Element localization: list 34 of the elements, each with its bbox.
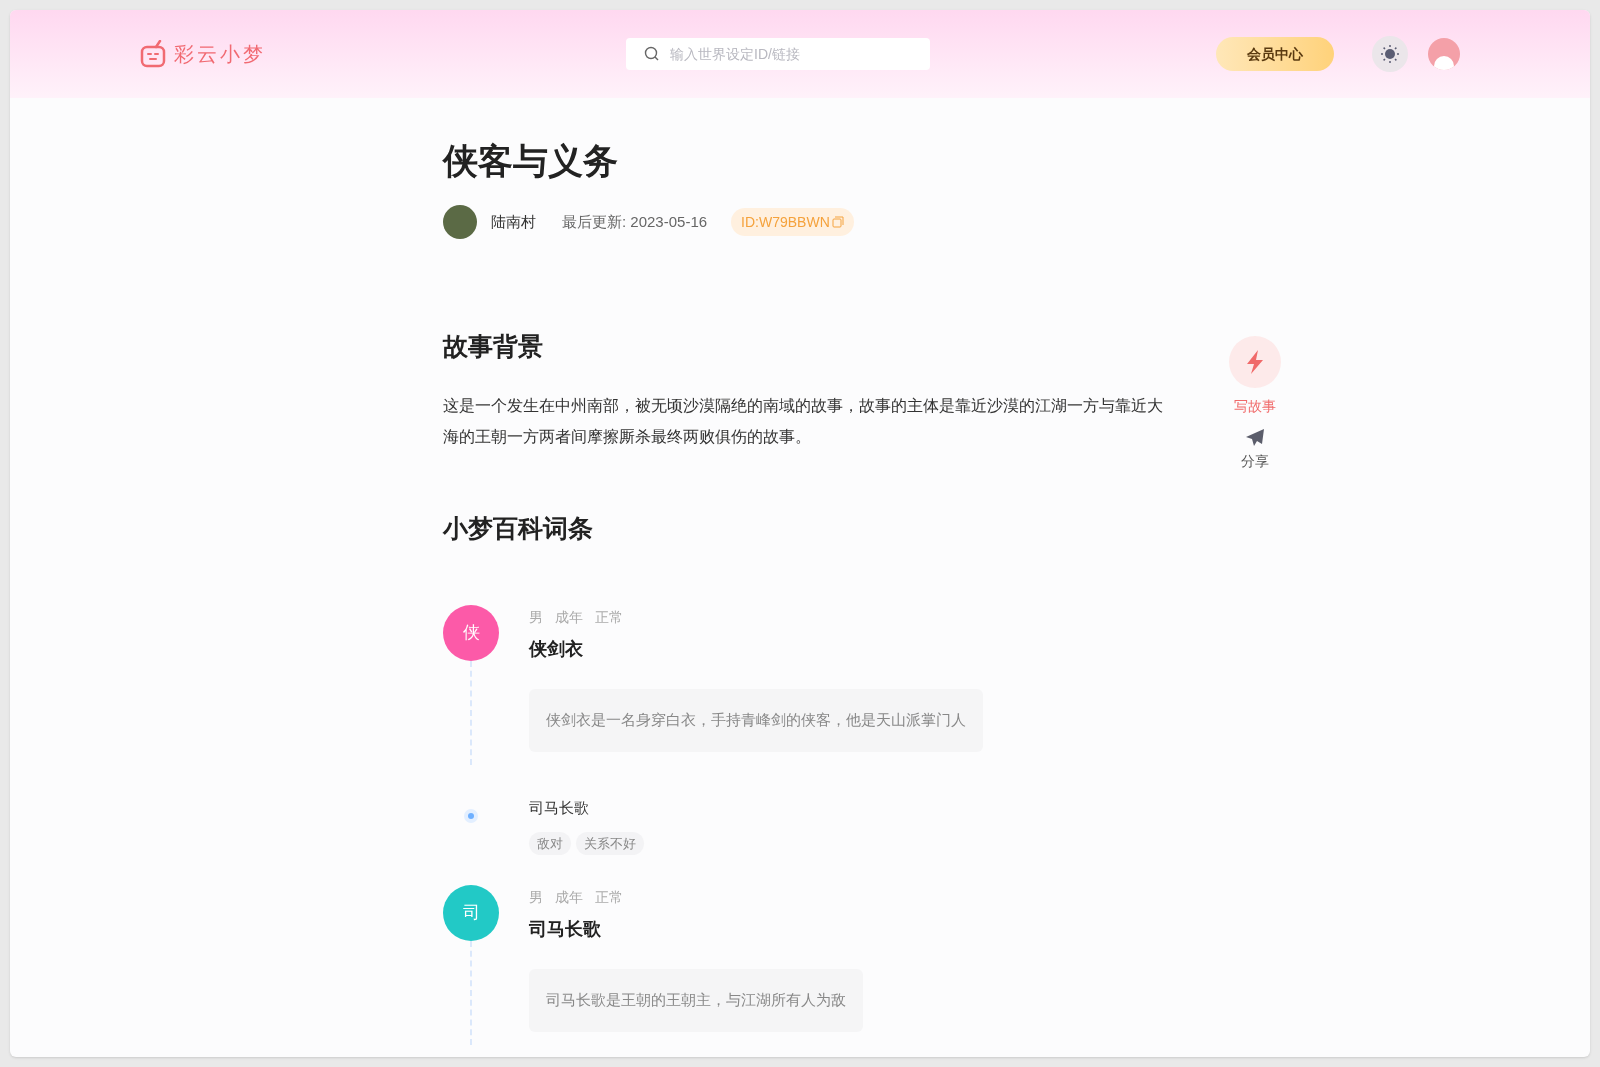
search-field[interactable]: 输入世界设定ID/链接 (626, 38, 930, 70)
character-avatar: 司 (443, 885, 499, 941)
relation-tag: 关系不好 (576, 831, 644, 855)
logo-text: 彩云小梦 (174, 42, 266, 67)
search-icon (644, 46, 660, 62)
relation-tag: 敌对 (529, 831, 571, 855)
lightning-icon (1245, 350, 1265, 374)
description-bubble: 侠剑衣是一名身穿白衣，手持青峰剑的侠客，他是天山派掌门人 (529, 689, 983, 752)
attribute-tag: 成年 (555, 887, 583, 908)
member-center-button[interactable]: 会员中心 (1216, 37, 1334, 71)
copy-icon (831, 216, 844, 228)
section-heading: 故事背景 (443, 331, 543, 362)
section-heading: 小梦百科词条 (443, 512, 593, 544)
attribute-tag: 男 (529, 887, 543, 908)
paper-plane-icon (1245, 429, 1265, 447)
attribute-tag: 男 (529, 607, 543, 628)
character-name[interactable]: 司马长歌 (529, 916, 863, 943)
last-updated: 最后更新: 2023-05-16 (562, 211, 708, 232)
share-button[interactable]: 分享 (1241, 429, 1269, 472)
attribute-tag: 正常 (595, 887, 623, 908)
attribute-tag: 正常 (595, 607, 623, 628)
author-name[interactable]: 陆南村 (491, 210, 536, 234)
page-title: 侠客与义务 (443, 140, 618, 182)
author-avatar (443, 205, 477, 239)
theme-toggle-button[interactable] (1372, 36, 1408, 72)
description-bubble: 司马长歌是王朝的王朝主，与江湖所有人为敌 (529, 969, 863, 1032)
robot-logo-icon (140, 40, 166, 68)
id-text: ID:W79BBWN (741, 212, 830, 232)
relation-name[interactable]: 司马长歌 (529, 797, 644, 820)
character-avatar: 侠 (443, 605, 499, 661)
attribute-tag: 成年 (555, 607, 583, 628)
background-text: 这是一个发生在中州南部，被无顷沙漠隔绝的南域的故事，故事的主体是靠近沙漠的江湖一方与靠近大海的王朝一方两者间摩擦厮杀最终两败俱伤的故事。 (443, 395, 1163, 447)
sun-icon (1380, 44, 1400, 64)
character-name[interactable]: 侠剑衣 (529, 636, 983, 663)
